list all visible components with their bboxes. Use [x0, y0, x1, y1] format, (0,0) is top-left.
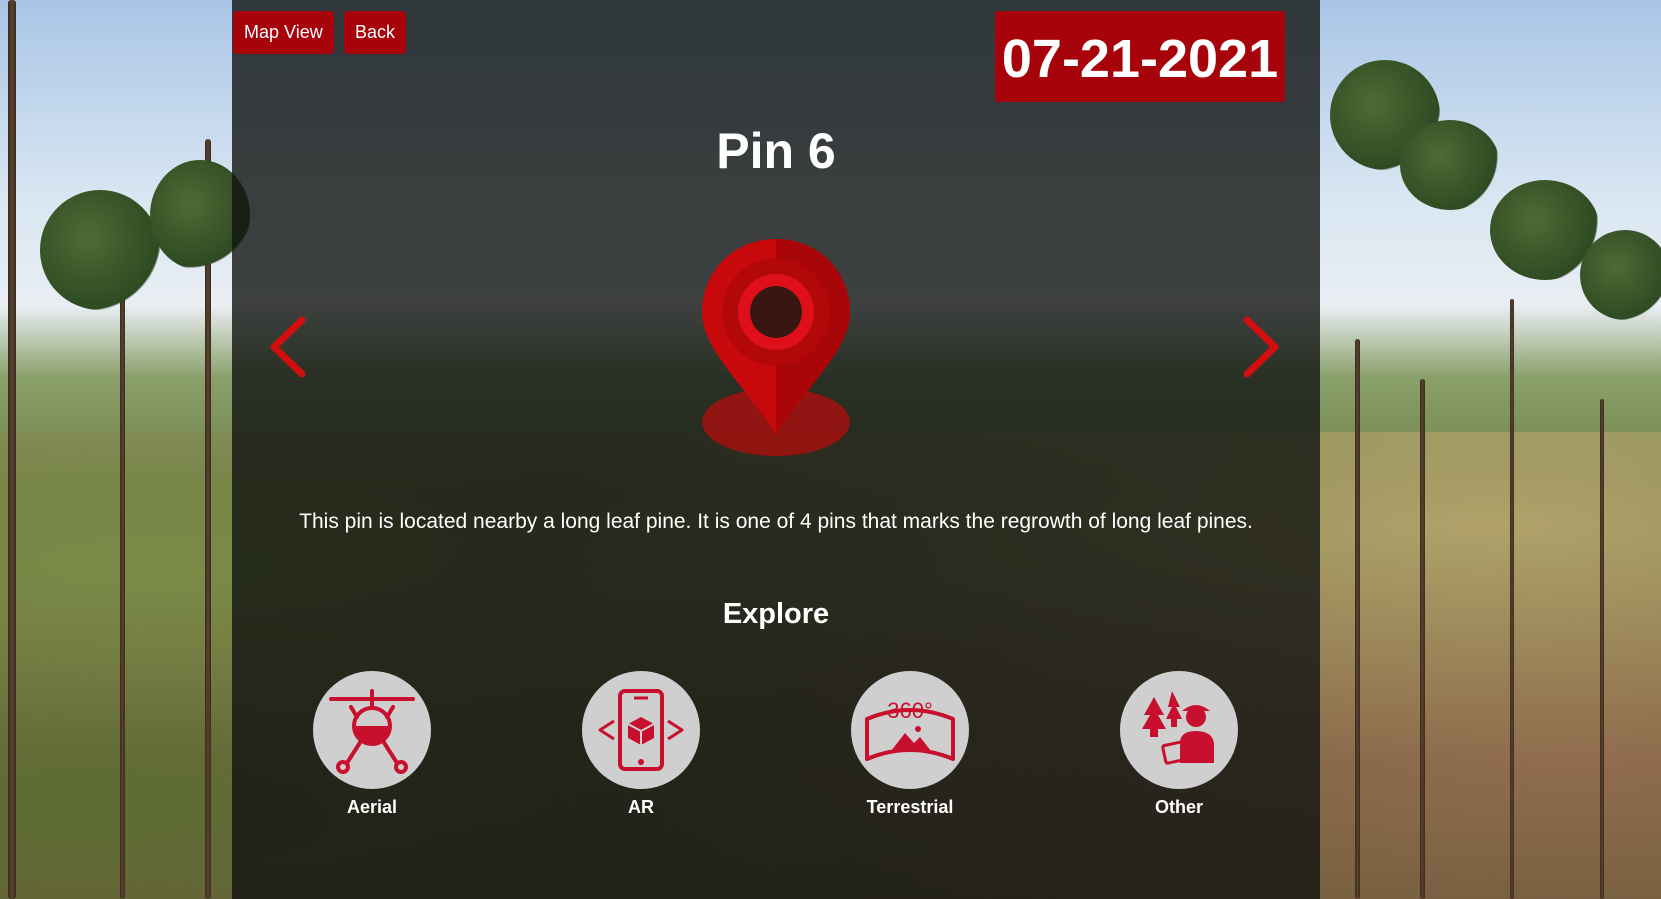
map-view-button[interactable]: Map View — [233, 11, 334, 54]
explore-heading: Explore — [722, 598, 830, 630]
explore-option-label: Aerial — [346, 797, 398, 817]
explore-option-aerial[interactable]: Aerial — [297, 671, 447, 818]
explore-option-label: AR — [628, 797, 654, 817]
explore-option-terrestrial[interactable]: 360° Terrestrial — [835, 671, 985, 818]
drone-icon[interactable] — [313, 671, 431, 789]
explore-option-ar[interactable]: AR — [566, 671, 716, 818]
ar-phone-icon[interactable] — [582, 671, 700, 789]
pin-description: This pin is located nearby a long leaf p… — [299, 510, 1253, 533]
page-title: Pin 6 — [716, 123, 836, 179]
page: Map View Back 07-21-2021 Pin 6 This pin … — [0, 0, 1661, 899]
360-icon[interactable]: 360° — [851, 671, 969, 789]
chevron-right-icon[interactable] — [1235, 314, 1283, 380]
field-worker-icon[interactable] — [1120, 671, 1238, 789]
explore-option-other[interactable]: Other — [1104, 671, 1254, 818]
explore-option-label: Terrestrial — [866, 797, 954, 817]
map-pin-icon — [695, 235, 857, 461]
chevron-left-icon[interactable] — [266, 314, 314, 380]
date-badge: 07-21-2021 — [995, 11, 1285, 102]
back-button[interactable]: Back — [344, 11, 407, 54]
explore-option-label: Other — [1154, 797, 1203, 817]
